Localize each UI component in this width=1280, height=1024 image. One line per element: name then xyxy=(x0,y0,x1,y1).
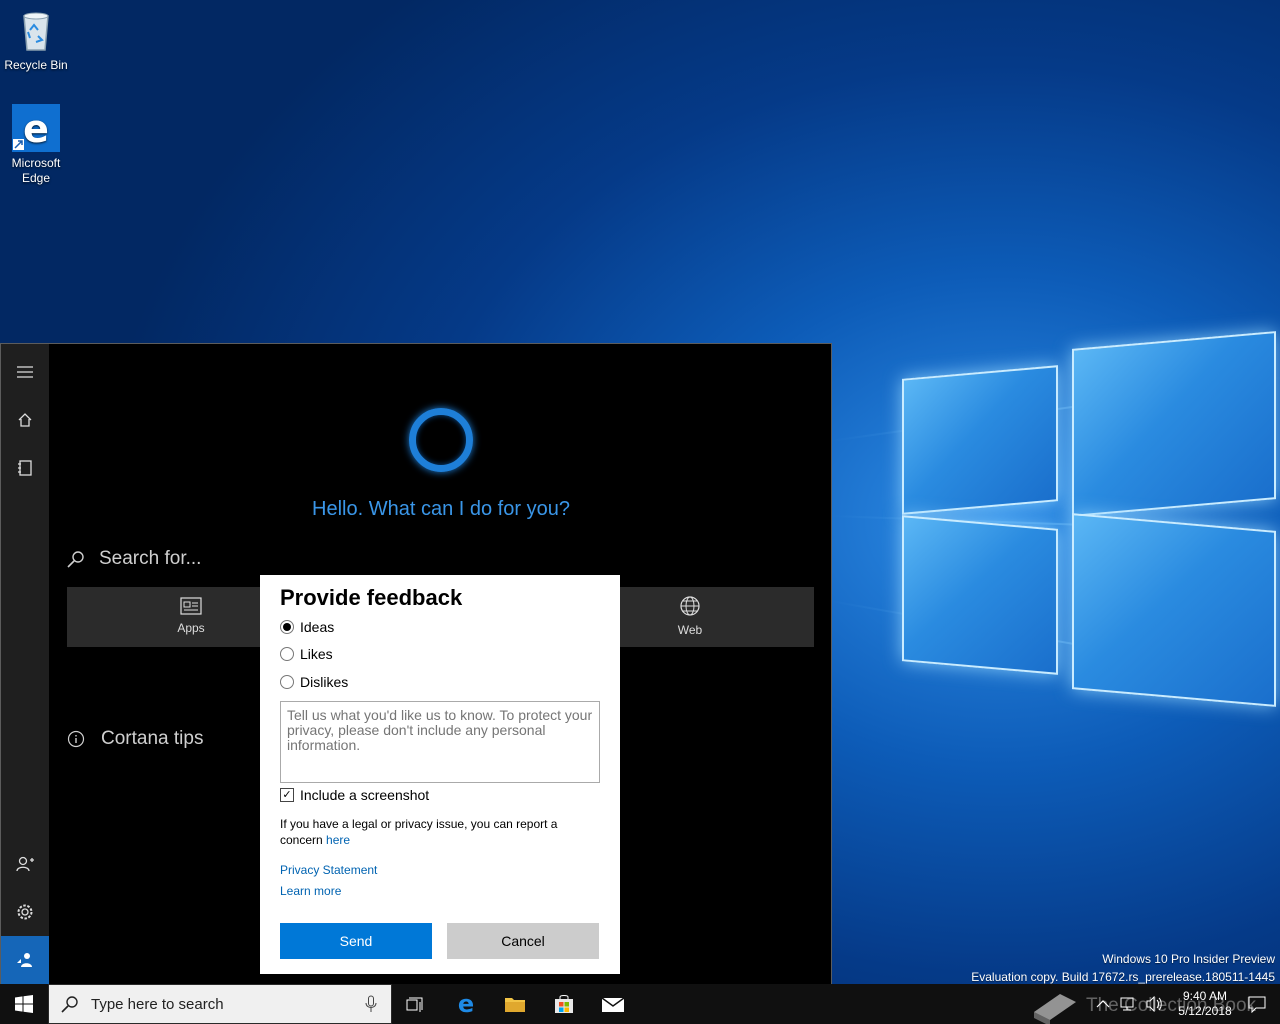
system-tray: 9:40 AM 5/12/2018 xyxy=(1096,984,1280,1024)
cortana-tips-label: Cortana tips xyxy=(101,728,204,749)
start-button[interactable] xyxy=(0,984,48,1024)
action-center-icon[interactable] xyxy=(1248,995,1266,1013)
taskbar-search-box[interactable]: Type here to search xyxy=(48,984,392,1024)
desktop-icon-edge[interactable]: e Microsoft Edge xyxy=(0,104,72,186)
cortana-nav-rail xyxy=(1,344,49,984)
taskbar-edge-button[interactable]: e xyxy=(442,984,490,1024)
cortana-ring-icon xyxy=(409,408,473,472)
store-button[interactable] xyxy=(540,984,588,1024)
search-icon xyxy=(61,996,78,1013)
svg-text:e: e xyxy=(23,107,49,151)
taskbar-search-placeholder: Type here to search xyxy=(91,995,224,1013)
filter-apps-label: Apps xyxy=(177,621,205,635)
radio-unselected-icon xyxy=(280,675,294,689)
wallpaper-logo-pane xyxy=(902,365,1058,515)
home-button[interactable] xyxy=(1,396,49,444)
chevron-up-icon[interactable] xyxy=(1096,999,1110,1009)
svg-text:e: e xyxy=(458,993,474,1015)
task-view-button[interactable] xyxy=(392,984,440,1024)
cortana-search-label: Search for... xyxy=(99,548,202,569)
notebook-icon xyxy=(18,460,32,476)
radio-label: Likes xyxy=(300,646,333,662)
task-view-icon xyxy=(406,997,423,1012)
radio-likes[interactable]: Likes xyxy=(280,646,333,662)
microphone-icon[interactable] xyxy=(365,995,377,1013)
store-icon xyxy=(555,995,573,1013)
privacy-statement-link[interactable]: Privacy Statement xyxy=(280,863,377,877)
legal-text: If you have a legal or privacy issue, yo… xyxy=(280,817,558,847)
dialog-title: Provide feedback xyxy=(280,585,463,610)
search-icon xyxy=(67,551,84,568)
apps-icon xyxy=(180,597,202,615)
add-person-icon xyxy=(16,856,34,872)
radio-dislikes[interactable]: Dislikes xyxy=(280,674,348,690)
home-icon xyxy=(18,413,32,427)
file-explorer-button[interactable] xyxy=(491,984,539,1024)
desktop-icon-label: Recycle Bin xyxy=(4,58,68,72)
edge-icon: e xyxy=(12,104,60,152)
cortana-search-prompt[interactable]: Search for... xyxy=(67,548,201,570)
gear-icon xyxy=(17,904,33,920)
filter-apps[interactable]: Apps xyxy=(141,587,241,647)
feedback-dialog: Provide feedback Ideas Likes Dislikes ✓ … xyxy=(260,575,620,974)
taskbar: Type here to search e 9:40 AM 5/12/2018 xyxy=(0,984,1280,1024)
wallpaper-logo-pane xyxy=(902,515,1058,675)
folder-icon xyxy=(505,998,525,1012)
report-concern-link[interactable]: here xyxy=(326,833,350,847)
legal-notice: If you have a legal or privacy issue, yo… xyxy=(280,816,600,848)
wallpaper-logo-pane xyxy=(1072,513,1276,707)
radio-label: Ideas xyxy=(300,619,335,635)
windows-logo-icon xyxy=(15,995,33,1013)
feedback-button[interactable] xyxy=(1,936,49,984)
filter-web[interactable]: Web xyxy=(640,587,740,647)
radio-ideas[interactable]: Ideas xyxy=(280,619,334,635)
notebook-button[interactable] xyxy=(1,444,49,492)
edge-icon: e xyxy=(458,993,474,1015)
wallpaper-logo-pane xyxy=(1072,331,1276,517)
cortana-tips[interactable]: Cortana tips xyxy=(67,728,203,750)
radio-unselected-icon xyxy=(280,647,294,661)
radio-label: Dislikes xyxy=(300,674,349,690)
menu-button[interactable] xyxy=(1,348,49,396)
include-screenshot-label: Include a screenshot xyxy=(300,787,430,803)
clock[interactable]: 9:40 AM 5/12/2018 xyxy=(1170,989,1240,1019)
clock-date: 5/12/2018 xyxy=(1178,1004,1232,1018)
network-icon[interactable] xyxy=(1120,997,1138,1011)
desktop-icon-label: Microsoft Edge xyxy=(11,156,61,185)
mail-button[interactable] xyxy=(589,984,637,1024)
desktop-icon-recycle-bin[interactable]: Recycle Bin xyxy=(0,6,72,73)
build-watermark: Windows 10 Pro Insider Preview Evaluatio… xyxy=(971,950,1275,986)
globe-icon xyxy=(680,596,700,616)
volume-icon[interactable] xyxy=(1146,996,1164,1012)
include-screenshot-checkbox[interactable]: ✓ Include a screenshot xyxy=(280,787,429,803)
cortana-greeting: Hello. What can I do for you? xyxy=(312,498,570,520)
mail-icon xyxy=(601,997,625,1012)
filter-web-label: Web xyxy=(677,623,703,637)
feedback-icon xyxy=(17,953,32,967)
hamburger-icon xyxy=(17,366,33,378)
cancel-button[interactable]: Cancel xyxy=(447,923,599,959)
settings-button[interactable] xyxy=(1,888,49,936)
learn-more-link[interactable]: Learn more xyxy=(280,884,341,898)
recycle-bin-icon xyxy=(12,6,60,54)
clock-time: 9:40 AM xyxy=(1182,989,1228,1003)
account-button[interactable] xyxy=(1,840,49,888)
feedback-textarea[interactable] xyxy=(280,701,600,783)
info-icon xyxy=(67,730,85,748)
watermark-edition: Windows 10 Pro Insider Preview xyxy=(1102,952,1275,966)
send-button[interactable]: Send xyxy=(280,923,432,959)
checkmark-icon: ✓ xyxy=(280,788,294,802)
radio-selected-icon xyxy=(280,620,294,634)
